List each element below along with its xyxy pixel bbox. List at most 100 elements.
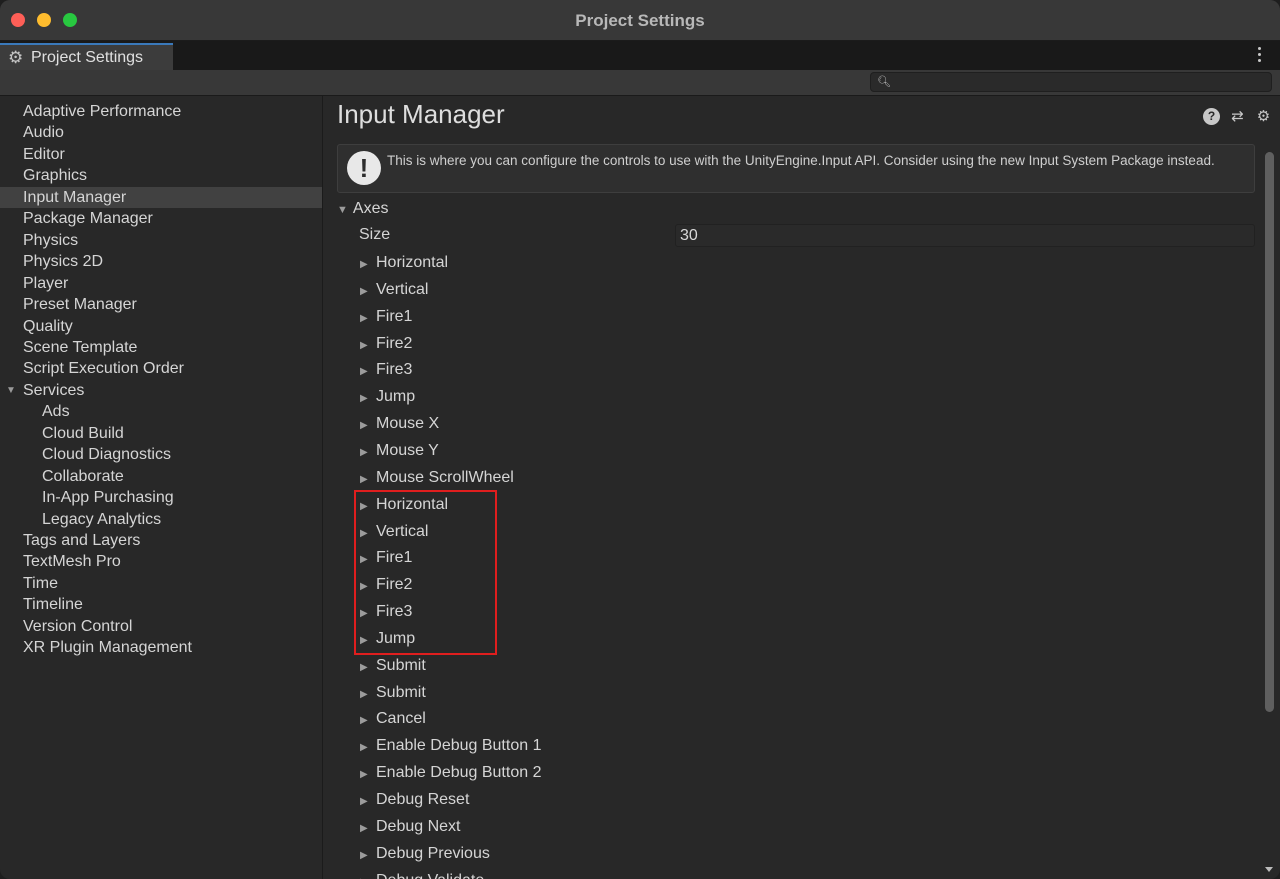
triangle-right-icon: ▶ <box>360 527 368 539</box>
sidebar-item[interactable]: Time <box>0 573 322 594</box>
axis-foldout-row[interactable]: ▶ Jump <box>360 384 415 410</box>
axis-foldout-row[interactable]: ▶ Submit <box>360 680 426 706</box>
axis-foldout-row[interactable]: ▶ Fire3 <box>360 599 412 625</box>
sidebar-item[interactable]: TextMesh Pro <box>0 551 322 572</box>
gear-icon: ⚙ <box>8 47 24 67</box>
sidebar-item-label: Scene Template <box>23 338 138 356</box>
axis-foldout-row[interactable]: ▶ Enable Debug Button 2 <box>360 760 541 786</box>
sidebar-item-label: Cloud Build <box>42 424 124 442</box>
sidebar-item[interactable]: XR Plugin Management <box>0 637 322 658</box>
sidebar-item[interactable]: Audio <box>0 122 322 143</box>
sidebar-item-label: Player <box>23 274 69 292</box>
triangle-right-icon: ▶ <box>360 473 368 485</box>
help-icon[interactable]: ? <box>1203 108 1220 125</box>
inspector-panel: Input Manager ? ⇄ ⚙ ! This is where you … <box>323 96 1280 879</box>
triangle-right-icon: ▶ <box>360 742 368 754</box>
axis-label: Fire2 <box>376 334 413 352</box>
scroll-down-icon[interactable] <box>1265 867 1273 872</box>
scrollbar-thumb[interactable] <box>1265 152 1274 712</box>
axis-foldout-row[interactable]: ▶ Fire1 <box>360 304 412 330</box>
sidebar-item-label: In-App Purchasing <box>42 489 174 507</box>
axis-label: Fire1 <box>376 307 413 325</box>
sidebar-item[interactable]: Cloud Build <box>0 423 322 444</box>
axis-foldout-row[interactable]: ▶ Debug Next <box>360 814 461 840</box>
sidebar-item-label: Physics <box>23 231 79 249</box>
sidebar-item[interactable]: In-App Purchasing <box>0 487 322 508</box>
sidebar-item[interactable]: Editor <box>0 144 322 165</box>
sidebar-item-label: Quality <box>23 317 73 335</box>
sidebar-item[interactable]: Timeline <box>0 594 322 615</box>
sidebar-item[interactable]: Player <box>0 273 322 294</box>
axis-label: Enable Debug Button 2 <box>376 764 542 782</box>
axis-foldout-row[interactable]: ▶ Debug Previous <box>360 841 490 867</box>
axis-foldout-row[interactable]: ▶ Jump <box>360 626 415 652</box>
sidebar-item[interactable]: Scene Template <box>0 337 322 358</box>
triangle-down-icon: ▼ <box>337 204 348 216</box>
triangle-right-icon: ▶ <box>360 661 368 673</box>
axes-foldout[interactable]: ▼ Axes <box>337 200 388 218</box>
sidebar-item[interactable]: Physics 2D <box>0 251 322 272</box>
sidebar-item-label: Version Control <box>23 617 133 635</box>
more-options-icon[interactable] <box>1258 47 1262 63</box>
sidebar-item[interactable]: Quality <box>0 316 322 337</box>
sidebar-item[interactable]: Graphics <box>0 165 322 186</box>
sidebar-item[interactable]: Script Execution Order <box>0 358 322 379</box>
axis-foldout-row[interactable]: ▶ Horizontal <box>360 250 448 276</box>
info-help-box: ! This is where you can configure the co… <box>337 144 1255 193</box>
axis-label: Debug Previous <box>376 844 490 862</box>
axis-foldout-row[interactable]: ▶Debug Validate <box>360 868 484 879</box>
sidebar-item[interactable]: Preset Manager <box>0 294 322 315</box>
sidebar-item-label: Editor <box>23 145 65 163</box>
sidebar-item[interactable]: Collaborate <box>0 466 322 487</box>
axis-label: Submit <box>376 656 426 674</box>
axis-label: Enable Debug Button 1 <box>376 737 542 755</box>
axis-label: Fire2 <box>376 576 413 594</box>
triangle-down-icon[interactable]: ▼ <box>6 380 16 401</box>
sidebar-item[interactable]: Version Control <box>0 616 322 637</box>
sidebar-item[interactable]: Ads <box>0 401 322 422</box>
sidebar-item[interactable]: Input Manager <box>0 186 322 208</box>
sidebar-item-label: Collaborate <box>42 467 124 485</box>
vertical-scrollbar[interactable] <box>1263 150 1276 872</box>
search-input[interactable]: 🔍︎ <box>870 72 1272 92</box>
axis-label: Jump <box>376 388 416 406</box>
axis-foldout-row[interactable]: ▶ Cancel <box>360 706 426 732</box>
axis-foldout-row[interactable]: ▶ Horizontal <box>360 492 448 518</box>
axis-foldout-row[interactable]: ▶ Fire1 <box>360 545 412 571</box>
sidebar-item-label: Audio <box>23 124 64 142</box>
sidebar-item[interactable]: Tags and Layers <box>0 530 322 551</box>
axis-foldout-row[interactable]: ▶ Mouse X <box>360 411 439 437</box>
axis-foldout-row[interactable]: ▶ Vertical <box>360 519 428 545</box>
sliders-icon[interactable]: ⇄ <box>1229 108 1246 125</box>
axis-foldout-row[interactable]: ▶ Submit <box>360 653 426 679</box>
sidebar-item[interactable]: Physics <box>0 230 322 251</box>
window-title: Project Settings <box>575 11 705 30</box>
axis-foldout-row[interactable]: ▶ Fire2 <box>360 331 412 357</box>
triangle-right-icon: ▶ <box>360 366 368 378</box>
tab-project-settings[interactable]: ⚙ Project Settings <box>0 43 173 70</box>
axis-foldout-row[interactable]: ▶ Fire3 <box>360 357 412 383</box>
sidebar-item[interactable]: Adaptive Performance <box>0 101 322 122</box>
sidebar-item-label: Legacy Analytics <box>42 510 162 528</box>
size-input[interactable]: 30 <box>675 224 1255 247</box>
warning-icon: ! <box>347 151 381 185</box>
size-label: Size <box>359 226 391 243</box>
axis-label: Debug Reset <box>376 791 470 808</box>
sidebar-item-label: Script Execution Order <box>23 360 184 378</box>
axis-label: Mouse ScrollWheel <box>376 468 514 486</box>
sidebar-item[interactable]: Legacy Analytics <box>0 509 322 530</box>
sidebar-item[interactable]: Cloud Diagnostics <box>0 444 322 465</box>
sidebar-item-label: Input Manager <box>23 188 127 206</box>
axis-foldout-row[interactable]: ▶ Fire2 <box>360 572 412 598</box>
sidebar-item[interactable]: Package Manager <box>0 208 322 229</box>
sidebar-item-label: Package Manager <box>23 210 153 228</box>
sidebar-item[interactable]: ▼ Services <box>0 380 322 401</box>
sidebar-item-label: Cloud Diagnostics <box>42 446 171 464</box>
axis-foldout-row[interactable]: ▶ Vertical <box>360 277 428 303</box>
triangle-right-icon: ▶ <box>360 500 368 512</box>
axis-foldout-row[interactable]: ▶ Debug Reset <box>360 787 469 813</box>
axis-foldout-row[interactable]: ▶ Enable Debug Button 1 <box>360 733 541 759</box>
axis-foldout-row[interactable]: ▶ Mouse Y <box>360 438 439 464</box>
gear-icon[interactable]: ⚙ <box>1255 108 1272 125</box>
axis-foldout-row[interactable]: ▶ Mouse ScrollWheel <box>360 465 514 491</box>
